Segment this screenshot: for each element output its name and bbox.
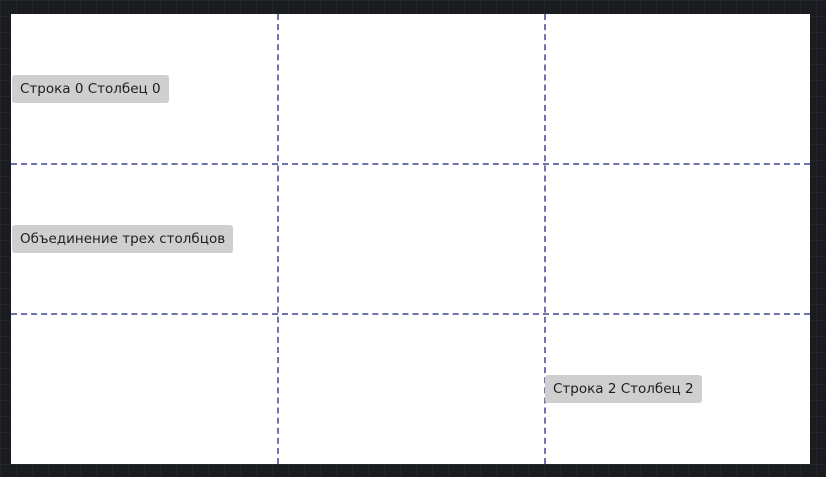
grid-line-horizontal-2 — [11, 313, 810, 315]
grid-canvas: Строка 0 Столбец 0 Объединение трех стол… — [11, 14, 810, 464]
cell-row0-col0-label: Строка 0 Столбец 0 — [12, 75, 169, 103]
cell-row1-colspan3-label: Объединение трех столбцов — [12, 225, 234, 253]
cell-row2-col2-label: Строка 2 Столбец 2 — [545, 375, 702, 403]
grid-line-vertical-1 — [277, 14, 279, 464]
grid-line-horizontal-1 — [11, 163, 810, 165]
